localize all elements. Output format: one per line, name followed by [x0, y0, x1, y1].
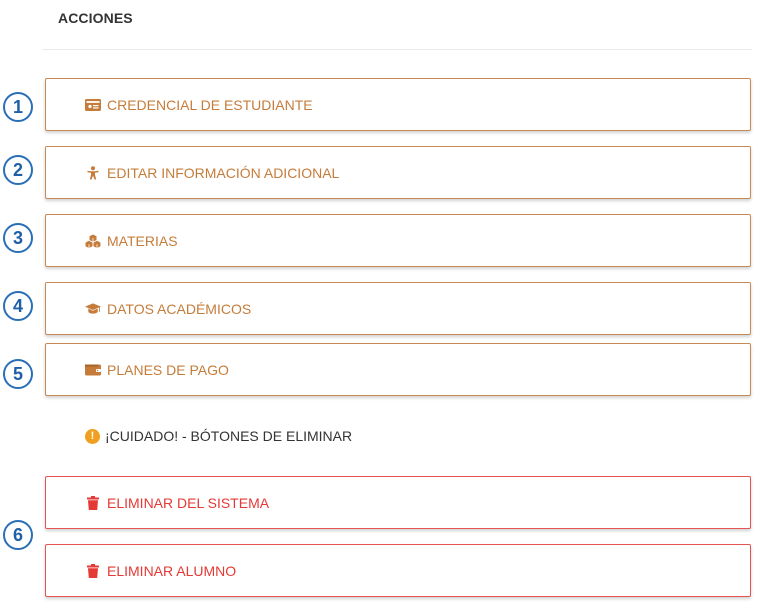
payment-plans-label: PLANES DE PAGO	[107, 361, 229, 378]
cubes-icon	[85, 234, 101, 248]
exclamation-circle-icon: !	[85, 428, 100, 444]
callout-badge-3: 3	[3, 223, 33, 253]
credential-label: CREDENCIAL DE ESTUDIANTE	[107, 96, 313, 113]
credential-button[interactable]: CREDENCIAL DE ESTUDIANTE	[45, 78, 751, 131]
academic-data-button[interactable]: DATOS ACADÉMICOS	[45, 282, 751, 335]
payment-plans-button[interactable]: PLANES DE PAGO	[45, 343, 751, 396]
callout-badge-4: 4	[3, 291, 33, 321]
callout-badge-1: 1	[3, 92, 33, 122]
warning-text: ¡CUIDADO! - BÓTONES DE ELIMINAR	[105, 428, 353, 444]
callout-badge-6: 6	[3, 520, 33, 550]
delete-student-button[interactable]: ELIMINAR ALUMNO	[45, 544, 751, 597]
subjects-label: MATERIAS	[107, 232, 178, 249]
trash-icon	[85, 563, 101, 578]
edit-info-label: EDITAR INFORMACIÓN ADICIONAL	[107, 164, 340, 181]
delete-from-system-label: ELIMINAR DEL SISTEMA	[107, 494, 270, 511]
callout-badge-5: 5	[3, 359, 33, 389]
id-card-icon	[85, 98, 101, 112]
delete-from-system-button[interactable]: ELIMINAR DEL SISTEMA	[45, 476, 751, 529]
edit-info-button[interactable]: EDITAR INFORMACIÓN ADICIONAL	[45, 146, 751, 199]
subjects-button[interactable]: MATERIAS	[45, 214, 751, 267]
callout-badge-2: 2	[3, 155, 33, 185]
delete-student-label: ELIMINAR ALUMNO	[107, 562, 237, 579]
trash-icon	[85, 495, 101, 510]
delete-warning: ! ¡CUIDADO! - BÓTONES DE ELIMINAR	[85, 428, 352, 444]
divider	[42, 49, 752, 50]
academic-data-label: DATOS ACADÉMICOS	[107, 300, 252, 317]
wallet-icon	[85, 363, 101, 377]
graduation-cap-icon	[85, 302, 101, 316]
section-title: ACCIONES	[58, 10, 133, 26]
child-icon	[85, 165, 101, 180]
